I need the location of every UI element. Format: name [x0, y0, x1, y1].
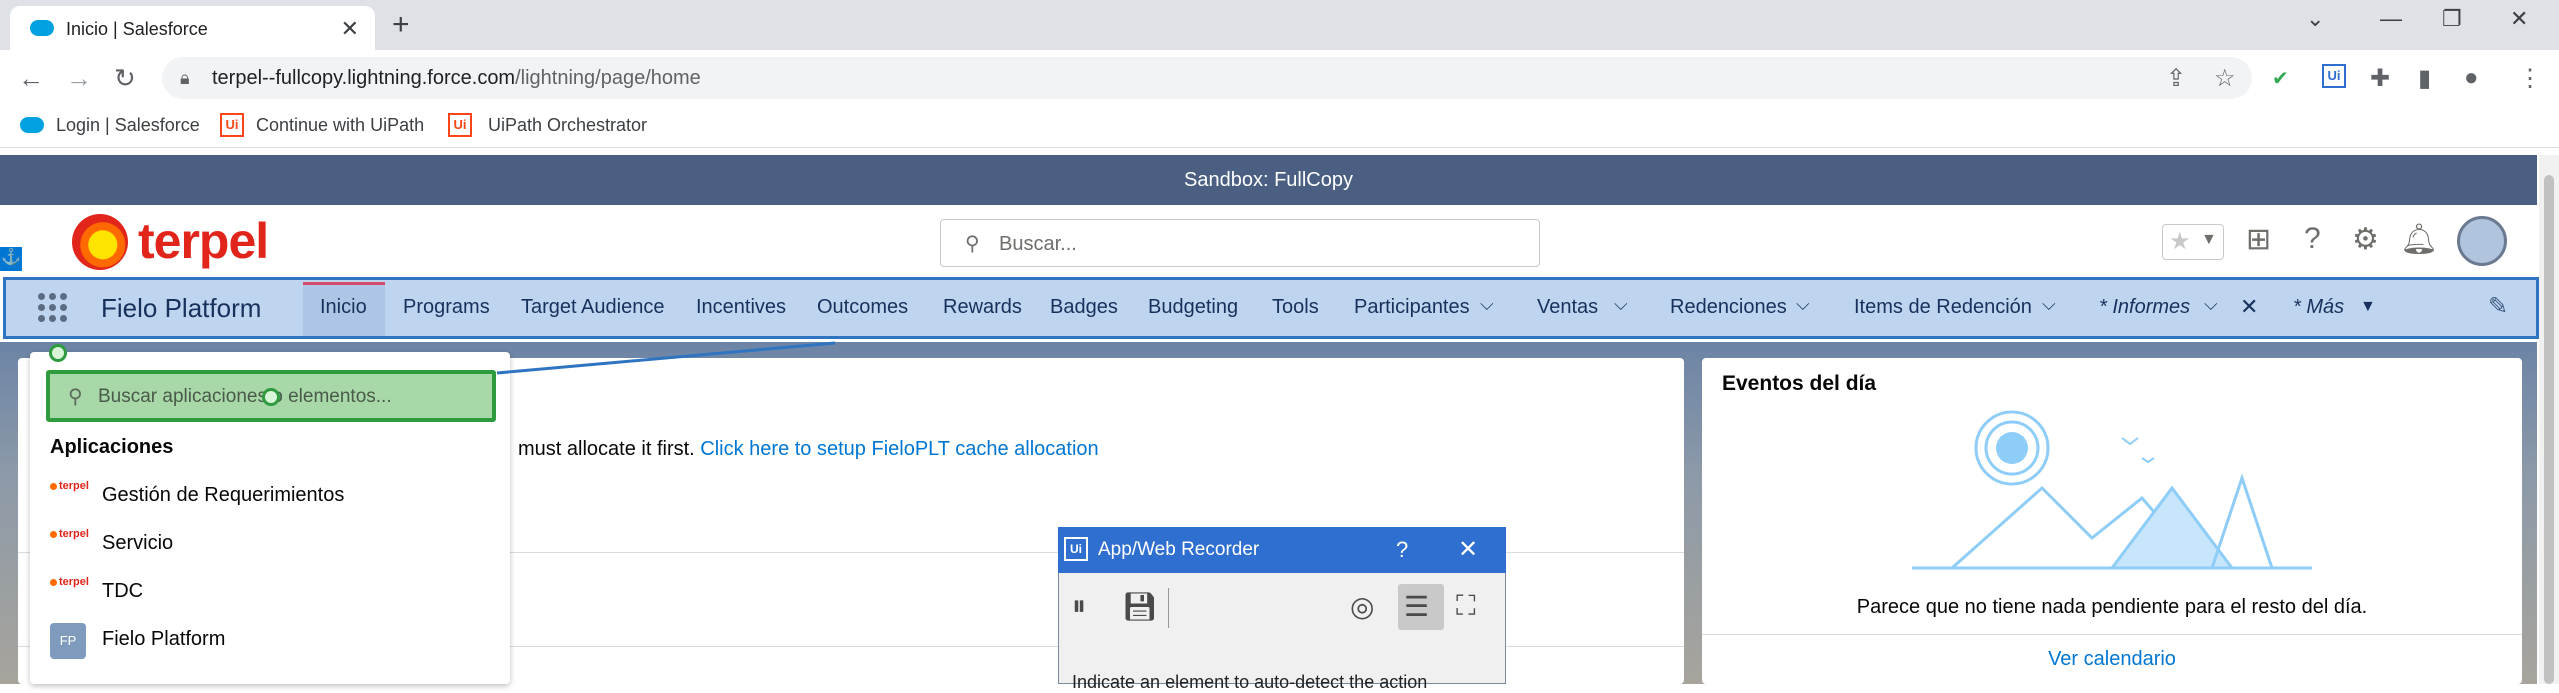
checklist-icon[interactable]: ☰ [1404, 590, 1429, 623]
recorder-hint: Indicate an element to auto-detect the a… [1072, 672, 1428, 692]
target-settings-icon[interactable]: ◎ [1350, 590, 1374, 623]
recorder-title: App/Web Recorder [1098, 539, 1260, 560]
recorder-title-bar: Ui App/Web Recorder ? ✕ [1058, 527, 1506, 573]
close-icon[interactable]: ✕ [1458, 535, 1478, 564]
screenshot-icon[interactable]: ⛶ [1456, 590, 1476, 623]
help-icon[interactable]: ? [1396, 537, 1408, 563]
save-icon[interactable]: 💾︎ [1122, 590, 1158, 623]
pause-icon[interactable]: ⏸ [1072, 590, 1086, 623]
uipath-logo-icon: Ui [1064, 537, 1088, 561]
